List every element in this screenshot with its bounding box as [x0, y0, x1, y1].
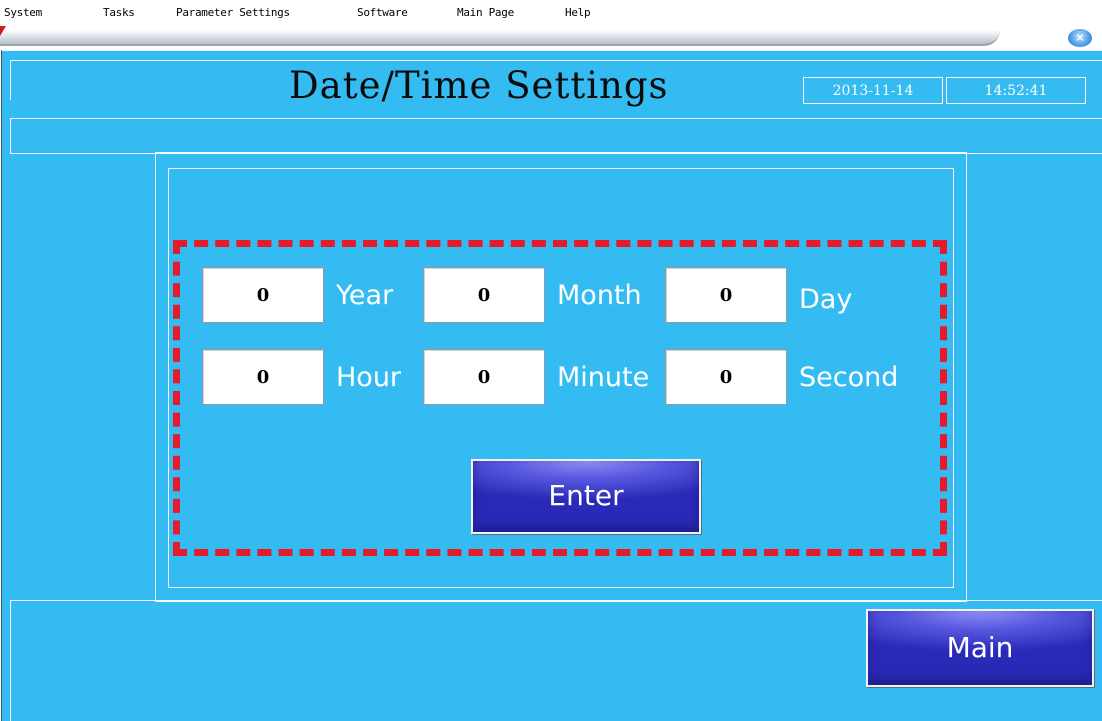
page-title: Date/Time Settings: [289, 64, 669, 107]
day-label: Day: [799, 284, 853, 315]
year-label: Year: [336, 280, 394, 311]
menu-main-page[interactable]: Main Page: [457, 6, 514, 19]
day-input[interactable]: 0: [665, 267, 787, 323]
second-label: Second: [799, 362, 899, 393]
menu-software[interactable]: Software: [357, 6, 408, 19]
menu-tasks[interactable]: Tasks: [103, 6, 135, 19]
close-button[interactable]: ×: [1068, 29, 1092, 47]
month-input[interactable]: 0: [423, 267, 545, 323]
date-display: 2013-11-14: [803, 77, 943, 104]
time-display: 14:52:41: [946, 77, 1086, 104]
panel-top-line: [2, 50, 1102, 51]
month-label: Month: [557, 280, 642, 311]
second-input[interactable]: 0: [665, 349, 787, 405]
main-panel: Date/Time Settings 2013-11-14 14:52:41 0…: [1, 50, 1102, 721]
close-icon: ×: [1075, 31, 1085, 44]
title-swoosh: [0, 30, 1000, 46]
header-top-line: [10, 60, 1102, 61]
menu-help[interactable]: Help: [565, 6, 591, 19]
menu-system[interactable]: System: [4, 6, 42, 19]
hour-input[interactable]: 0: [202, 349, 324, 405]
header-left-line: [10, 60, 11, 100]
minute-input[interactable]: 0: [423, 349, 545, 405]
enter-button[interactable]: Enter: [471, 459, 701, 534]
header-bottom-line: [10, 118, 1102, 119]
window-title-strip: ×: [0, 26, 1102, 50]
subheader-left-line: [10, 118, 11, 153]
main-button[interactable]: Main: [866, 609, 1094, 687]
footer-left-line: [10, 600, 11, 721]
minute-label: Minute: [557, 362, 650, 393]
year-input[interactable]: 0: [202, 267, 324, 323]
hour-label: Hour: [336, 362, 402, 393]
menu-bar: System Tasks Parameter Settings Software…: [0, 0, 1102, 26]
menu-parameter-settings[interactable]: Parameter Settings: [176, 6, 290, 19]
